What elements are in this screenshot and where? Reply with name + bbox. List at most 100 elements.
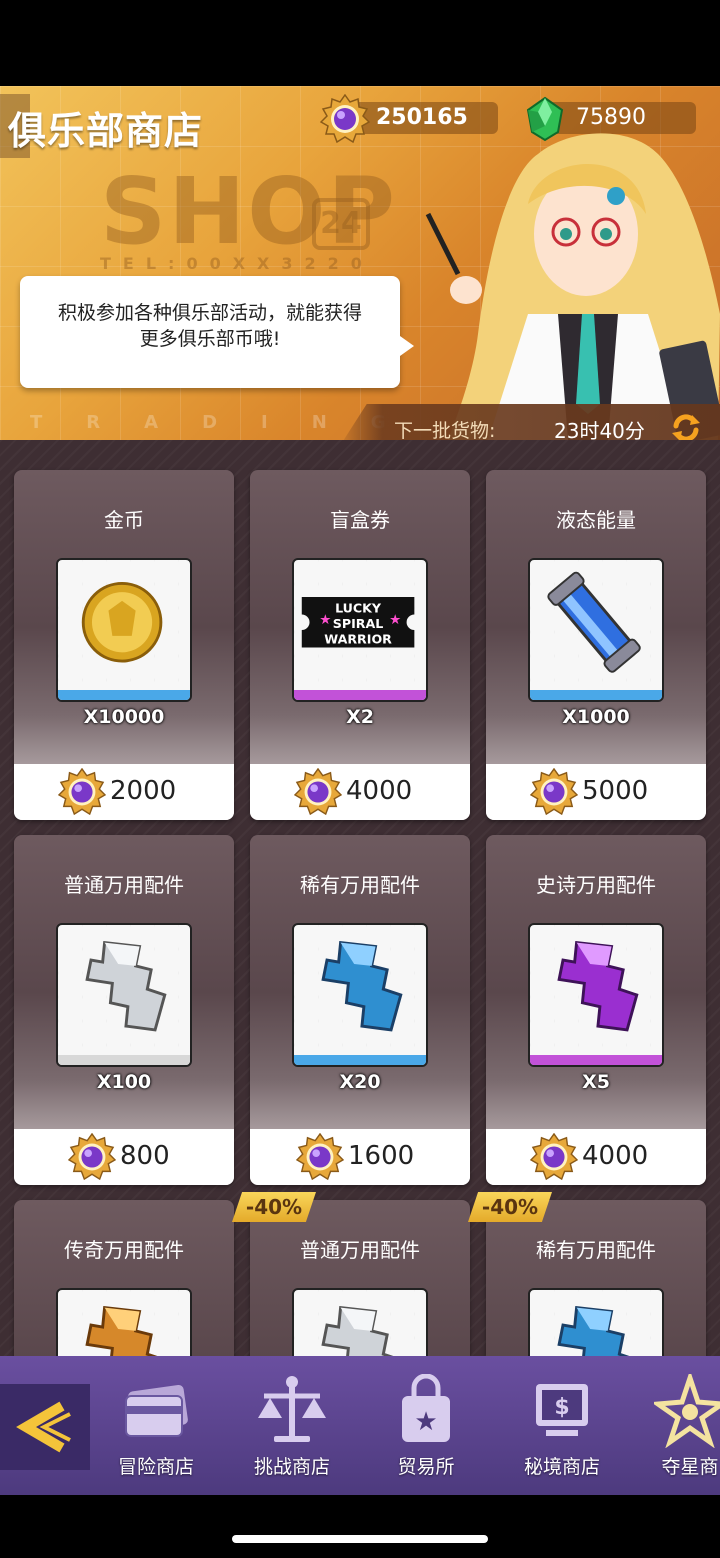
blind-box-ticket-icon: LUCKY SPIRAL WARRIOR ★ ★ [301, 597, 415, 648]
item-price: 4000 [582, 1141, 649, 1171]
restock-time: 23时40分 [554, 419, 645, 440]
gold-coin-icon [81, 581, 163, 663]
shop-nav-bar: 冒险商店 挑战商店 ★ 贸易所 $ 秘境商店 夺星商 [0, 1356, 720, 1495]
rarity-bar [294, 690, 426, 700]
ticket-line-1: LUCKY [335, 601, 382, 616]
liquid-energy-icon [547, 571, 641, 673]
shop-item-card[interactable]: 稀有万用配件 [486, 1200, 706, 1356]
nav-secret-shop[interactable]: $ 秘境商店 [502, 1366, 622, 1486]
nav-label: 挑战商店 [253, 1456, 330, 1478]
item-price: 5000 [582, 776, 649, 806]
item-icon-frame: LUCKY SPIRAL WARRIOR ★ ★ [292, 558, 428, 702]
tip-line-1: 积极参加各种俱乐部活动，就能获得 [57, 302, 362, 324]
rarity-bar [530, 1055, 662, 1065]
price-strip: 1600 [250, 1129, 470, 1185]
club-coin-icon [294, 768, 342, 816]
nav-label: 贸易所 [397, 1456, 455, 1478]
price-strip: 4000 [250, 764, 470, 820]
rarity-bar [58, 690, 190, 700]
legendary-part-icon [85, 1305, 158, 1356]
restock-timer-bar: 下一批货物: 23时40分 [336, 404, 720, 440]
item-name: 金币 [104, 508, 144, 532]
scales-icon [258, 1376, 326, 1442]
club-coin-icon [68, 1133, 116, 1181]
bag-star-icon: ★ [402, 1374, 450, 1442]
svg-text:$: $ [554, 1395, 569, 1420]
club-coin-icon [296, 1133, 344, 1181]
svg-text:★: ★ [319, 612, 331, 628]
shop-item-card[interactable]: 盲盒券 LUCKY SPIRAL WARRIOR ★ ★ X2 4000 [250, 470, 470, 820]
item-quantity: X20 [339, 1071, 381, 1093]
item-name: 普通万用配件 [300, 1238, 420, 1262]
price-strip: 800 [14, 1129, 234, 1185]
rarity-bar [530, 690, 662, 700]
shop-item-card[interactable]: 传奇万用配件 [14, 1200, 234, 1356]
svg-text:★: ★ [389, 612, 401, 628]
club-coin-icon [530, 768, 578, 816]
refresh-icon[interactable] [670, 412, 702, 440]
epic-part-icon [557, 940, 639, 1032]
nav-trade-center[interactable]: ★ 贸易所 [366, 1366, 486, 1486]
shop-item-card[interactable]: 普通万用配件 X100 800 [14, 835, 234, 1185]
item-icon-frame [528, 1288, 664, 1356]
item-icon-frame [56, 558, 192, 702]
club-coin-icon [530, 1133, 578, 1181]
nav-label: 秘境商店 [523, 1456, 600, 1478]
tip-speech-bubble: 积极参加各种俱乐部活动，就能获得 更多俱乐部币哦! [20, 276, 414, 388]
card-icon [125, 1384, 188, 1437]
nav-challenge-shop[interactable]: 挑战商店 [232, 1366, 352, 1486]
price-strip: 2000 [14, 764, 234, 820]
status-bar [0, 0, 720, 86]
back-arrow-icon [16, 1401, 71, 1453]
shop-item-card[interactable]: 史诗万用配件 X5 4000 [486, 835, 706, 1185]
back-button[interactable] [0, 1384, 90, 1470]
rare-part-icon [557, 1305, 630, 1356]
price-strip: 4000 [486, 1129, 706, 1185]
bg-tel-text: TEL:00XX3220 [100, 254, 374, 273]
restock-label: 下一批货物: [394, 420, 496, 440]
club-coin-icon [58, 768, 106, 816]
bg-24-badge: 24 [312, 198, 370, 250]
svg-text:★: ★ [414, 1407, 437, 1437]
nav-adventure-shop[interactable]: 冒险商店 [96, 1366, 216, 1486]
discount-badge: -40% [232, 1192, 316, 1222]
rarity-bar [294, 1055, 426, 1065]
shop-item-card[interactable]: 稀有万用配件 X20 1600 [250, 835, 470, 1185]
item-quantity: X2 [346, 706, 374, 728]
common-part-icon [85, 940, 167, 1032]
nav-label: 夺星商 [661, 1456, 719, 1478]
item-name: 盲盒券 [330, 508, 390, 532]
item-icon-frame [56, 923, 192, 1067]
system-bottom-bar [0, 1495, 720, 1558]
item-price: 1600 [348, 1141, 415, 1171]
item-name: 史诗万用配件 [536, 873, 656, 897]
rare-part-icon [321, 940, 403, 1032]
item-quantity: X5 [582, 1071, 610, 1093]
shopkeeper-girl-illustration [425, 133, 720, 440]
dollar-screen-icon: $ [536, 1384, 588, 1436]
shop-item-card[interactable]: 普通万用配件 [250, 1200, 470, 1356]
shop-item-card[interactable]: 液态能量 X1000 5000 [486, 470, 706, 820]
item-price: 2000 [110, 776, 177, 806]
item-name: 传奇万用配件 [64, 1238, 184, 1262]
nav-label: 冒险商店 [117, 1456, 194, 1478]
item-price: 800 [120, 1141, 170, 1171]
item-quantity: X100 [96, 1071, 152, 1093]
item-price: 4000 [346, 776, 413, 806]
item-icon-frame [292, 923, 428, 1067]
discount-badge: -40% [468, 1192, 552, 1222]
page-title: 俱乐部商店 [8, 109, 204, 153]
common-part-icon [321, 1305, 394, 1356]
item-grid: 金币 X10000 2000 盲盒券 LUCKY SPIRAL WARRIOR … [0, 440, 720, 1356]
nav-star-shop[interactable]: 夺星商 [630, 1366, 720, 1486]
item-icon-frame [56, 1288, 192, 1356]
item-icon-frame [292, 1288, 428, 1356]
price-strip: 5000 [486, 764, 706, 820]
home-indicator[interactable] [232, 1535, 488, 1543]
shop-header: SHOP 24 TEL:00XX3220 TRADING 俱乐部商店 25016… [0, 86, 720, 440]
club-coin-icon [320, 94, 370, 144]
star-burst-icon [654, 1374, 720, 1448]
ticket-line-2: SPIRAL [333, 616, 384, 631]
ticket-line-3: WARRIOR [324, 632, 392, 647]
shop-item-card[interactable]: 金币 X10000 2000 [14, 470, 234, 820]
